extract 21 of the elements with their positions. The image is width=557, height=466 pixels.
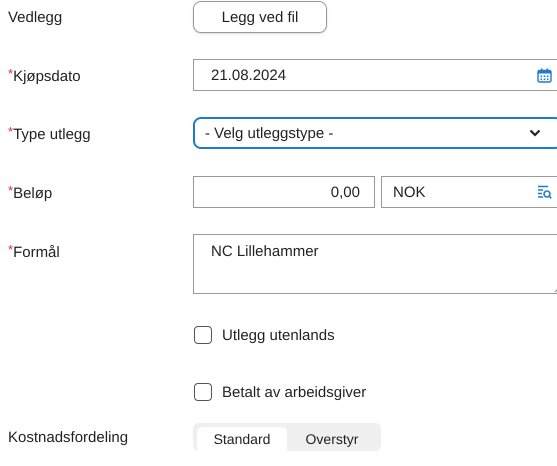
segment-tab[interactable]: Overstyr	[287, 427, 377, 451]
chevron-down-icon	[529, 129, 541, 137]
field-label: Vedlegg	[8, 8, 62, 26]
amount-field[interactable]: 0,00	[193, 176, 375, 208]
field-label: $^{*}$Beløp	[8, 184, 52, 202]
expense-type-dropdown[interactable]: - Velg utleggstype -	[193, 117, 557, 149]
list-search-icon[interactable]	[537, 185, 552, 199]
purpose-textarea[interactable]: NC Lillehammer	[193, 234, 557, 294]
currency-field[interactable]: NOK	[381, 176, 557, 208]
checkbox-label[interactable]: Utlegg utenlands	[222, 326, 335, 344]
calendar-icon[interactable]	[537, 68, 552, 82]
field-label: $^{*}$Formål	[8, 244, 60, 261]
checkbox-label[interactable]: Betalt av arbeidsgiver	[222, 384, 366, 400]
checkbox[interactable]	[194, 326, 212, 344]
date-field[interactable]: 21.08.2024	[193, 59, 557, 91]
segment-tab[interactable]: Standard	[197, 427, 287, 451]
checkbox[interactable]	[194, 383, 212, 401]
field-label: $^{*}$Kjøpsdato	[8, 68, 81, 84]
field-label: $^{*}$Type utlegg	[8, 126, 91, 142]
attach-file-button[interactable]: Legg ved fil	[193, 1, 327, 33]
field-label: Kostnadsfordeling	[8, 428, 128, 446]
